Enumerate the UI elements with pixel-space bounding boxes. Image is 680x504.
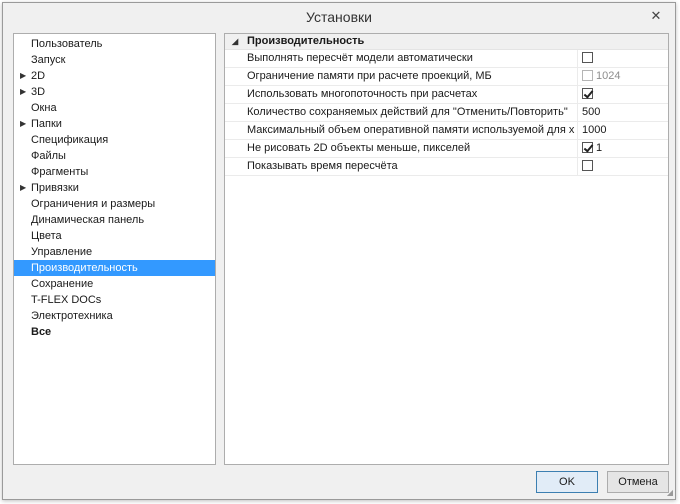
tree-item[interactable]: ▶ 2D <box>14 68 215 84</box>
tree-item-label: Папки <box>31 118 62 130</box>
tree-item[interactable]: Спецификация <box>14 132 215 148</box>
property-checkbox <box>582 69 593 81</box>
property-value-text: 500 <box>582 106 601 118</box>
property-name: Не рисовать 2D объекты меньше, пикселей <box>247 142 471 154</box>
tree-item-label: Динамическая панель <box>31 214 145 226</box>
tree-item[interactable]: Фрагменты <box>14 164 215 180</box>
tree-item-label: Пользователь <box>31 38 103 50</box>
cancel-button[interactable]: Отмена <box>607 471 669 493</box>
property-row: Количество сохраняемых действий для "Отм… <box>225 104 668 122</box>
property-value[interactable]: 500 <box>577 104 668 121</box>
property-value-text: 1024 <box>596 70 621 82</box>
close-icon[interactable]: ✕ <box>645 7 667 25</box>
tree-item[interactable]: Электротехника <box>14 308 215 324</box>
tree-item[interactable]: ▶ Папки <box>14 116 215 132</box>
dialog-title: Установки <box>306 9 372 25</box>
tree-item-label: 3D <box>31 86 46 98</box>
tree-item[interactable]: Производительность <box>14 260 215 276</box>
property-name: Использовать многопоточность при расчета… <box>247 88 478 100</box>
collapse-arrow-icon[interactable]: ◢ <box>232 34 238 49</box>
property-row: Выполнять пересчёт модели автоматически <box>225 50 668 68</box>
property-name: Ограничение памяти при расчете проекций,… <box>247 70 492 82</box>
property-value[interactable]: 1 <box>577 140 668 157</box>
property-row: Максимальный объем оперативной памяти ис… <box>225 122 668 140</box>
property-value[interactable]: 1024 <box>577 68 668 85</box>
resize-grip-icon[interactable]: ◢ <box>667 488 673 497</box>
property-value[interactable]: 1000 <box>577 122 668 139</box>
property-value-text: 1 <box>596 142 603 154</box>
tree-item-label: Запуск <box>31 54 66 66</box>
tree-item-label: Фрагменты <box>31 166 89 178</box>
tree-item-label: Файлы <box>31 150 66 162</box>
tree-item[interactable]: Динамическая панель <box>14 212 215 228</box>
expand-arrow-icon[interactable]: ▶ <box>20 84 26 100</box>
property-value[interactable] <box>577 86 668 103</box>
property-checkbox[interactable] <box>582 141 593 153</box>
property-name: Количество сохраняемых действий для "Отм… <box>247 106 568 118</box>
settings-tree: Пользователь Запуск ▶ 2D ▶ 3D Окна ▶ Папки Специф… <box>13 33 216 465</box>
tree-item-label: Сохранение <box>31 278 94 290</box>
tree-item-label: Окна <box>31 102 57 114</box>
tree-item-label: Спецификация <box>31 134 109 146</box>
expand-arrow-icon[interactable]: ▶ <box>20 68 26 84</box>
property-name: Максимальный объем оперативной памяти ис… <box>247 124 575 136</box>
tree-item[interactable]: ▶ Привязки <box>14 180 215 196</box>
tree-item[interactable]: Запуск <box>14 52 215 68</box>
tree-item[interactable]: Все <box>14 324 215 340</box>
property-category[interactable]: ◢ Производительность <box>225 34 668 50</box>
tree-item[interactable]: ▶ 3D <box>14 84 215 100</box>
tree-item[interactable]: Окна <box>14 100 215 116</box>
tree-item-label: Ограничения и размеры <box>31 198 156 210</box>
tree-item[interactable]: Файлы <box>14 148 215 164</box>
tree-item-label: 2D <box>31 70 46 82</box>
expand-arrow-icon[interactable]: ▶ <box>20 180 26 196</box>
property-name: Показывать время пересчёта <box>247 160 398 172</box>
tree-item[interactable]: Цвета <box>14 228 215 244</box>
property-checkbox[interactable] <box>582 87 593 99</box>
property-row: Показывать время пересчёта <box>225 158 668 176</box>
property-value[interactable] <box>577 158 668 175</box>
property-checkbox[interactable] <box>582 51 593 63</box>
tree-item-label: Управление <box>31 246 93 258</box>
property-grid: ◢ Производительность Выполнять пересчёт … <box>224 33 669 465</box>
property-row: Ограничение памяти при расчете проекций,… <box>225 68 668 86</box>
settings-dialog: Установки ✕ Пользователь Запуск ▶ 2D ▶ 3D Окна… <box>2 2 676 500</box>
ok-button[interactable]: OK <box>536 471 598 493</box>
tree-item[interactable]: Сохранение <box>14 276 215 292</box>
expand-arrow-icon[interactable]: ▶ <box>20 116 26 132</box>
property-value[interactable] <box>577 50 668 67</box>
tree-item-label: Электротехника <box>31 310 113 322</box>
tree-item[interactable]: Ограничения и размеры <box>14 196 215 212</box>
category-label: Производительность <box>247 35 365 47</box>
tree-item[interactable]: Пользователь <box>14 36 215 52</box>
property-name: Выполнять пересчёт модели автоматически <box>247 52 473 64</box>
tree-item-label: Цвета <box>31 230 62 242</box>
tree-item[interactable]: Управление <box>14 244 215 260</box>
tree-item-label: Привязки <box>31 182 79 194</box>
property-row: Использовать многопоточность при расчета… <box>225 86 668 104</box>
title-bar: Установки ✕ <box>3 3 675 31</box>
tree-item-label: Производительность <box>31 262 138 274</box>
tree-item-label: T-FLEX DOCs <box>31 294 102 306</box>
property-row: Не рисовать 2D объекты меньше, пикселей 1 <box>225 140 668 158</box>
tree-item[interactable]: T-FLEX DOCs <box>14 292 215 308</box>
property-checkbox[interactable] <box>582 159 593 171</box>
tree-item-label: Все <box>31 326 52 338</box>
property-value-text: 1000 <box>582 124 607 136</box>
